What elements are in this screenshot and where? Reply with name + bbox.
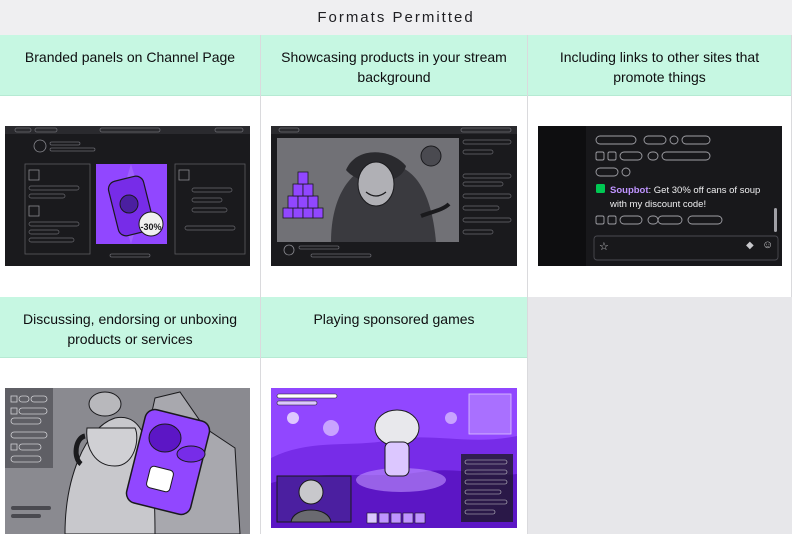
format-label: Branded panels on Channel Page xyxy=(0,35,260,96)
format-label: Discussing, endorsing or unboxing produc… xyxy=(0,297,260,358)
chat-text-2: with my discount code! xyxy=(610,199,707,210)
formats-grid: Branded panels on Channel Page -30% Show… xyxy=(0,35,792,534)
star-icon[interactable]: ☆ xyxy=(599,240,609,253)
channel-page-illustration: -30% xyxy=(5,126,250,266)
format-cell-sponsored-games: Playing sponsored games xyxy=(261,297,528,534)
format-label: Showcasing products in your stream backg… xyxy=(261,35,527,96)
emote-icon[interactable]: ☺ xyxy=(762,239,773,251)
format-cell-empty xyxy=(528,297,792,534)
format-cell-links: Including links to other sites that prom… xyxy=(528,35,792,297)
chat-username: Soupbot xyxy=(610,185,649,196)
discount-badge: -30% xyxy=(140,222,162,232)
format-cell-branded-panels: Branded panels on Channel Page -30% xyxy=(0,35,261,297)
chat-message: Soupbot: Get 30% off cans of soup with m… xyxy=(610,184,780,212)
format-label: Including links to other sites that prom… xyxy=(528,35,791,96)
format-cell-stream-background: Showcasing products in your stream backg… xyxy=(261,35,528,297)
sponsored-game-illustration xyxy=(271,388,517,528)
stream-background-illustration xyxy=(271,126,517,266)
chat-illustration: Soupbot: Get 30% off cans of soup with m… xyxy=(538,126,782,266)
page-title: Formats Permitted xyxy=(0,0,792,35)
chat-text: : Get 30% off cans of soup xyxy=(648,185,761,196)
unboxing-illustration xyxy=(5,388,250,534)
format-label: Playing sponsored games xyxy=(261,297,527,358)
format-label xyxy=(528,297,792,358)
format-cell-endorsing: Discussing, endorsing or unboxing produc… xyxy=(0,297,261,534)
bits-icon[interactable]: ◆ xyxy=(746,240,754,251)
